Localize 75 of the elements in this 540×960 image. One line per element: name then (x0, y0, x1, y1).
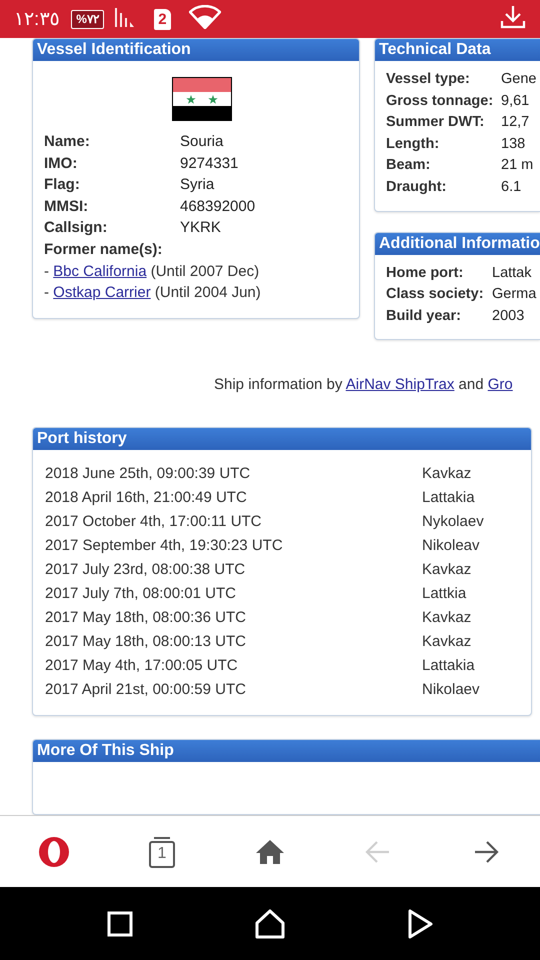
field-value: Gene (501, 70, 538, 89)
field-value: 21 m (501, 156, 534, 176)
field-value: Souria (180, 132, 224, 152)
field-label: Former name(s): (44, 240, 164, 260)
wifi-icon (188, 4, 221, 28)
field-value: 468392000 (180, 196, 256, 217)
port-call-time: 2017 May 18th, 08:00:36 UTC (45, 608, 247, 628)
field-label: Home port: (386, 264, 464, 283)
flag-icon (172, 77, 232, 121)
battery-indicator: %٧٢ (71, 10, 104, 28)
sim-indicator: 2 (154, 8, 171, 30)
credit-text: Ship information by AirNav ShipTrax and Gro (214, 376, 513, 394)
field-value: Lattak (492, 264, 532, 283)
port-call-time: 2017 May 18th, 08:00:13 UTC (45, 632, 247, 652)
field-label: Name: (44, 132, 91, 152)
tabs-button[interactable]: 1 (108, 816, 216, 887)
field-value: 9274331 (180, 154, 240, 174)
field-label: Length: (386, 134, 440, 154)
house-outline-icon (255, 908, 285, 938)
card-header: More Of This Ship (33, 740, 540, 762)
clock-time: ١٢:٣٥ (14, 8, 60, 31)
card-header: Technical Data (375, 39, 540, 61)
field-label: Summer DWT: (386, 113, 486, 132)
field-value: YKRK (180, 218, 222, 238)
square-icon (107, 910, 133, 936)
field-label: Build year: (386, 306, 462, 326)
field-value: 6.1 (501, 178, 522, 197)
port-call-time: 2017 May 4th, 17:00:05 UTC (45, 656, 239, 676)
port-name: Nikolaev (422, 680, 481, 700)
field-value: 9,61 (501, 92, 530, 111)
former-name-link[interactable]: Bbc California (53, 262, 147, 280)
field-value: 138 (501, 134, 526, 154)
field-label: MMSI: (44, 196, 90, 217)
tabs-icon (148, 836, 176, 868)
credit-link[interactable]: Gro (488, 376, 513, 394)
card-header: Port history (33, 428, 531, 450)
field-label: Gross tonnage: (386, 92, 494, 111)
field-value: Germa (492, 285, 538, 304)
port-call-time: 2018 June 25th, 09:00:39 UTC (45, 464, 252, 484)
download-icon[interactable] (500, 4, 526, 28)
port-name: Nikoleav (422, 536, 481, 556)
port-call-time: 2017 September 4th, 19:30:23 UTC (45, 536, 284, 556)
field-value: 12,7 (501, 113, 530, 132)
card-header: Vessel Identification (33, 39, 359, 61)
field-label: Vessel type: (386, 70, 471, 89)
field-label: Beam: (386, 156, 432, 176)
port-call-time: 2017 October 4th, 17:00:11 UTC (45, 512, 263, 532)
port-call-time: 2017 April 21st, 00:00:59 UTC (45, 680, 247, 700)
port-name: Nykolaev (422, 512, 485, 532)
port-call-time: 2018 April 16th, 21:00:49 UTC (45, 488, 248, 508)
field-label: Callsign: (44, 218, 108, 238)
port-call-time: 2017 July 7th, 08:00:01 UTC (45, 584, 237, 604)
port-name: Lattakia (422, 656, 476, 676)
port-name: Kavkaz (422, 560, 472, 580)
field-label: Class society: (386, 285, 485, 304)
house-icon (255, 838, 285, 864)
field-label: IMO: (44, 154, 78, 174)
field-value: Syria (180, 175, 216, 196)
port-name: Kavkaz (422, 632, 472, 652)
field-label: Flag: (44, 175, 81, 196)
port-name: Kavkaz (422, 464, 472, 484)
port-name: Lattakia (422, 488, 476, 508)
o-logo-icon (38, 836, 70, 868)
port-name: Lattkia (422, 584, 468, 604)
credit-link[interactable]: AirNav ShipTrax (346, 376, 454, 394)
former-name-entry: - Ostkap Carrier (Until 2004 Jun) (44, 283, 262, 304)
card-header: Additional Informatio (375, 232, 540, 255)
former-name-entry: - Bbc California (Until 2007 Dec) (44, 262, 260, 282)
former-name-link[interactable]: Ostkap Carrier (53, 284, 151, 302)
port-call-time: 2017 July 23rd, 08:00:38 UTC (45, 560, 246, 580)
triangle-icon (407, 908, 433, 938)
field-label: Draught: (386, 178, 448, 197)
port-name: Kavkaz (422, 608, 472, 628)
field-value: 2003 (492, 306, 526, 326)
signal-icon (114, 6, 136, 26)
